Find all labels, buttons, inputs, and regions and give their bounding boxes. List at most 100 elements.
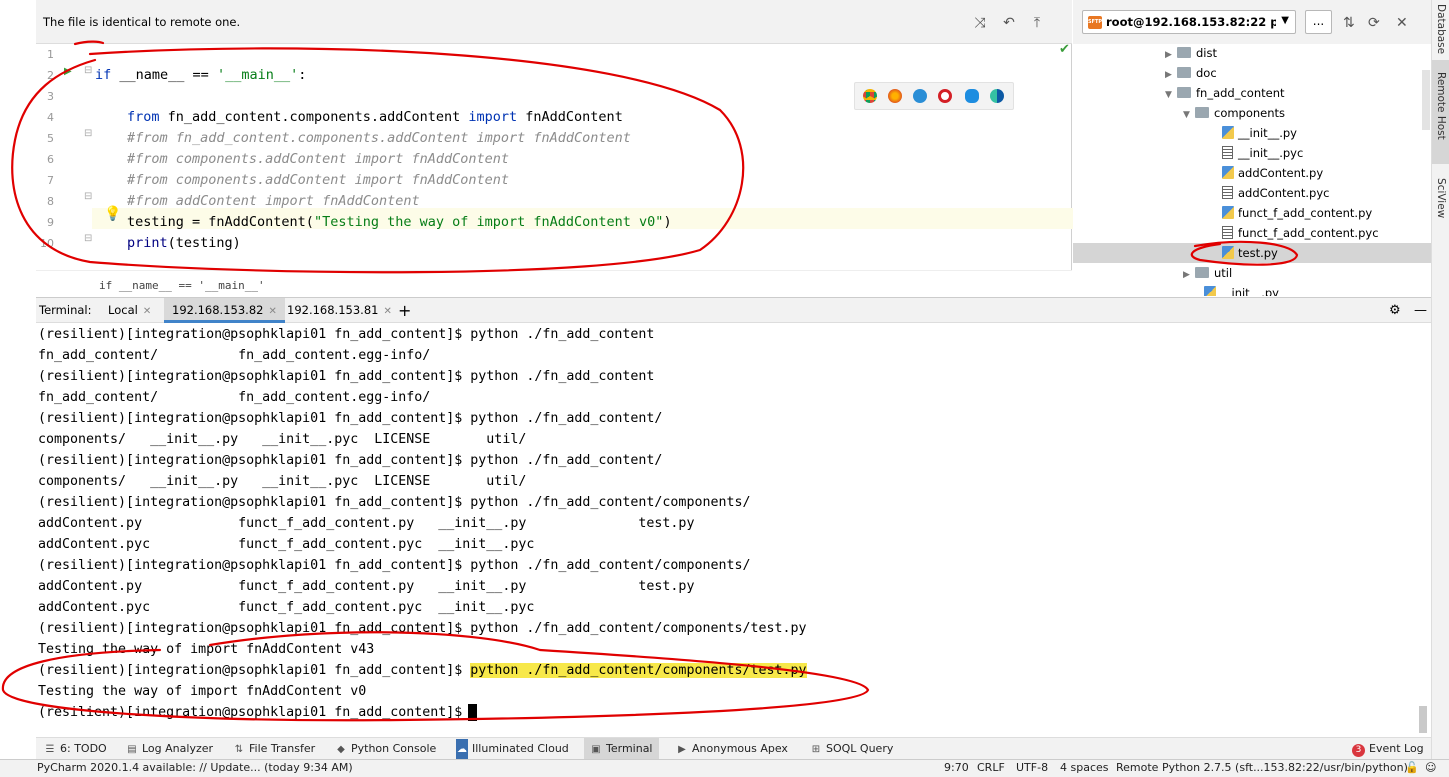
- tool-illuminated-cloud[interactable]: ☁ Illuminated Cloud: [456, 738, 569, 761]
- terminal-line: addContent.pyc funct_f_add_content.pyc _…: [38, 600, 535, 615]
- status-message[interactable]: PyCharm 2020.1.4 available: // Update...…: [37, 761, 353, 774]
- fold-icon[interactable]: ⊟: [84, 191, 92, 202]
- caret-position[interactable]: 9:70: [944, 761, 969, 774]
- terminal-line: Testing the way of import fnAddContent v…: [38, 684, 367, 699]
- chevron-right-icon: ▶: [1165, 50, 1172, 60]
- tree-item[interactable]: funct_f_add_content.py: [1222, 203, 1372, 223]
- highlighted-command: python ./fn_add_content/components/test.…: [470, 663, 807, 678]
- tab-sciview[interactable]: SciView: [1435, 178, 1447, 218]
- terminal-line: addContent.py funct_f_add_content.py __i…: [38, 579, 695, 594]
- tab-database[interactable]: Database: [1435, 4, 1447, 54]
- terminal-label: Terminal:: [39, 303, 92, 317]
- tool-terminal[interactable]: ▣ Terminal: [584, 738, 659, 760]
- tab-local[interactable]: Local ✕: [100, 298, 159, 323]
- breadcrumb[interactable]: if __name__ == '__main__': [99, 279, 265, 292]
- tool-file-transfer[interactable]: ⇅ File Transfer: [233, 738, 315, 760]
- tree-scrollbar[interactable]: [1422, 70, 1430, 130]
- chrome-icon[interactable]: [863, 89, 877, 103]
- tool-todo[interactable]: ☰ 6: TODO: [44, 738, 107, 760]
- event-log-button[interactable]: 3 Event Log: [1352, 738, 1424, 760]
- tool-python-console[interactable]: ◆ Python Console: [335, 738, 436, 760]
- tree-item[interactable]: __init__.pyc: [1222, 143, 1303, 163]
- close-icon[interactable]: ✕: [143, 306, 151, 317]
- tree-item[interactable]: addContent.py: [1222, 163, 1323, 183]
- breadcrumb-bar: if __name__ == '__main__': [36, 270, 1072, 296]
- firefox-icon[interactable]: [888, 89, 902, 103]
- interpreter[interactable]: Remote Python 2.7.5 (sft...153.82:22/usr…: [1116, 761, 1408, 774]
- ie-icon[interactable]: [965, 89, 979, 103]
- tab-192-168-153-81[interactable]: 192.168.153.81 ✕: [279, 298, 400, 323]
- close-icon[interactable]: ✕: [268, 306, 276, 317]
- opera-icon[interactable]: [938, 89, 952, 103]
- gutter: 1 2 3 4 5 6 7 8 9 10 ▶ ⊟ ⊟ ⊟ ⊟: [36, 44, 92, 269]
- add-tab-button[interactable]: +: [390, 298, 419, 323]
- merge-icon[interactable]: ⤨: [971, 14, 989, 32]
- revert-icon[interactable]: ↶: [1000, 14, 1018, 32]
- code-line: #from components.addContent import fnAdd…: [127, 172, 510, 188]
- file-encoding[interactable]: UTF-8: [1016, 761, 1048, 774]
- chevron-down-icon: ▼: [1165, 90, 1172, 100]
- close-icon[interactable]: ✕: [1396, 14, 1408, 32]
- cloud-icon: ☁: [456, 739, 468, 761]
- terminal-line: (resilient)[integration@psophklapi01 fn_…: [38, 327, 655, 342]
- terminal-line: (resilient)[integration@psophklapi01 fn_…: [38, 558, 751, 573]
- terminal-output[interactable]: (resilient)[integration@psophklapi01 fn_…: [36, 324, 1427, 736]
- terminal-line: (resilient)[integration@psophklapi01 fn_…: [38, 495, 751, 510]
- log-icon: ▤: [127, 744, 137, 755]
- tool-anonymous-apex[interactable]: ▶ Anonymous Apex: [676, 738, 788, 760]
- folder-icon: [1177, 67, 1191, 78]
- terminal-line: (resilient)[integration@psophklapi01 fn_…: [38, 369, 655, 384]
- status-bar: PyCharm 2020.1.4 available: // Update...…: [0, 759, 1449, 777]
- tree-item[interactable]: ▼ fn_add_content: [1165, 83, 1285, 103]
- error-badge: 3: [1352, 744, 1365, 757]
- editor-pane: The file is identical to remote one. ⤨ ↶…: [36, 0, 1092, 296]
- terminal-line: addContent.py funct_f_add_content.py __i…: [38, 516, 695, 531]
- fold-icon[interactable]: ⊟: [84, 233, 92, 244]
- compiled-file-icon: [1222, 146, 1233, 159]
- tab-192-168-153-82[interactable]: 192.168.153.82 ✕: [164, 298, 285, 323]
- indent-setting[interactable]: 4 spaces: [1060, 761, 1109, 774]
- tree-item[interactable]: addContent.pyc: [1222, 183, 1329, 203]
- tree-item[interactable]: ▶ util: [1183, 263, 1232, 283]
- tool-log-analyzer[interactable]: ▤ Log Analyzer: [126, 738, 213, 760]
- fold-icon[interactable]: ⊟: [84, 65, 92, 76]
- code-line: print(testing): [127, 235, 241, 251]
- minimize-icon[interactable]: —: [1406, 298, 1435, 323]
- tool-soql-query[interactable]: ⊞ SOQL Query: [810, 738, 894, 760]
- todo-icon: ☰: [45, 744, 55, 755]
- tree-item[interactable]: ▶ doc: [1165, 63, 1217, 83]
- python-file-icon: [1222, 126, 1234, 139]
- tab-remote-host[interactable]: Remote Host: [1435, 72, 1447, 140]
- tree-item-selected[interactable]: test.py: [1222, 243, 1278, 263]
- terminal-scrollbar[interactable]: [1419, 706, 1427, 733]
- tree-item[interactable]: ▼ components: [1183, 103, 1285, 123]
- lightbulb-icon[interactable]: 💡: [104, 206, 121, 222]
- notification-bar: The file is identical to remote one. ⤨ ↶…: [36, 0, 1072, 44]
- host-dropdown[interactable]: SFTP root@192.168.153.82:22 passw ▼: [1082, 10, 1296, 34]
- python-file-icon: [1222, 166, 1234, 179]
- tree-item[interactable]: ▶ dist: [1165, 43, 1217, 63]
- edge-icon[interactable]: [990, 89, 1004, 103]
- notifications-icon[interactable]: ☺: [1425, 761, 1436, 774]
- tree-item[interactable]: funct_f_add_content.pyc: [1222, 223, 1379, 243]
- lock-icon[interactable]: 🔓: [1405, 761, 1419, 774]
- upload-icon[interactable]: ⤒: [1028, 14, 1046, 32]
- fold-icon[interactable]: ⊟: [84, 128, 92, 139]
- tree-item[interactable]: __init__.py: [1222, 123, 1297, 143]
- line-number: 9: [47, 216, 54, 229]
- refresh-icon[interactable]: ⟳: [1368, 14, 1380, 32]
- terminal-line: Testing the way of import fnAddContent v…: [38, 642, 375, 657]
- python-file-icon: [1222, 206, 1234, 219]
- folder-icon: [1177, 87, 1191, 98]
- collapse-all-icon[interactable]: ⇅: [1343, 14, 1355, 32]
- terminal-tab-bar: Terminal: Local ✕ 192.168.153.82 ✕ 192.168…: [36, 297, 1431, 323]
- python-file-icon: [1222, 246, 1234, 259]
- line-separator[interactable]: CRLF: [977, 761, 1005, 774]
- more-button[interactable]: ...: [1305, 10, 1332, 34]
- terminal-line: (resilient)[integration@psophklapi01 fn_…: [38, 705, 471, 720]
- terminal-line: (resilient)[integration@psophklapi01 fn_…: [38, 453, 663, 468]
- safari-icon[interactable]: [913, 89, 927, 103]
- tree-item[interactable]: __init__.py: [1204, 283, 1279, 296]
- run-icon[interactable]: ▶: [64, 66, 72, 77]
- gear-icon[interactable]: ⚙: [1381, 298, 1409, 323]
